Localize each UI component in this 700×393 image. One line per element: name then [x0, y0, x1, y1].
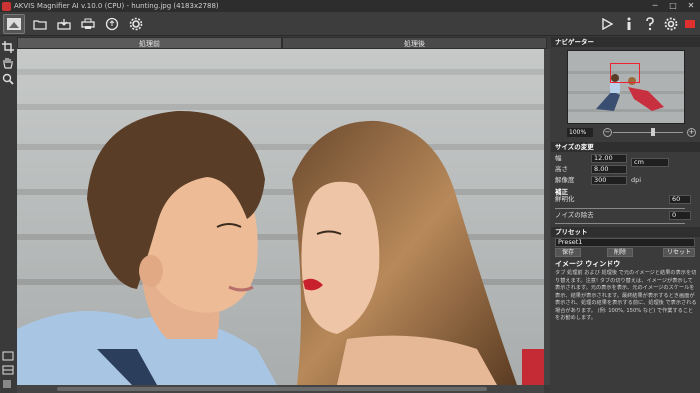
crop-icon[interactable] — [2, 41, 14, 53]
photo-image — [17, 49, 544, 385]
run-icon[interactable] — [598, 15, 616, 33]
sharpness-slider[interactable] — [555, 208, 685, 209]
maximize-button[interactable]: □ — [664, 0, 682, 12]
navigator-preview[interactable] — [567, 50, 685, 124]
settings-panel: ナビゲーター 100% − + サイズの変更 幅 12.00 cm 高さ 8.0… — [551, 37, 700, 393]
preset-delete-button[interactable]: 削除 — [607, 248, 633, 257]
open-icon[interactable] — [31, 15, 49, 33]
zoom-slider[interactable] — [613, 132, 683, 133]
preset-header: プリセット — [551, 227, 700, 237]
preset-save-button[interactable]: 保存 — [555, 248, 581, 257]
sharpness-label: 鮮明化 — [555, 195, 575, 203]
preferences-icon[interactable] — [662, 15, 680, 33]
height-label: 高さ — [555, 165, 568, 173]
resolution-unit: dpi — [631, 176, 642, 184]
vertical-scrollbar[interactable] — [544, 49, 550, 385]
size-header: サイズの変更 — [551, 142, 700, 152]
minimize-button[interactable]: ─ — [646, 0, 664, 12]
main-toolbar — [0, 12, 700, 36]
zoom-in-icon[interactable]: + — [687, 128, 696, 137]
close-button[interactable]: ✕ — [682, 0, 700, 12]
navigator-header: ナビゲーター — [551, 37, 700, 47]
zoom-icon[interactable] — [2, 73, 14, 85]
tab-after[interactable]: 処理後 — [282, 37, 547, 49]
window-controls: ─ □ ✕ — [646, 0, 700, 12]
view-split-icon[interactable] — [2, 365, 14, 377]
noise-slider[interactable] — [555, 223, 685, 224]
unit-select[interactable]: cm — [631, 158, 669, 167]
background-color-icon[interactable] — [2, 379, 14, 391]
noise-label: ノイズの除去 — [555, 211, 594, 219]
window-title: AKVIS Magnifier AI v.10.0 (CPU) - huntin… — [14, 2, 219, 10]
help-title: イメージ ウィンドウ — [555, 260, 621, 268]
preset-reset-button[interactable]: リセット — [663, 248, 695, 257]
share-icon[interactable] — [103, 15, 121, 33]
info-icon[interactable] — [620, 15, 638, 33]
title-bar: AKVIS Magnifier AI v.10.0 (CPU) - huntin… — [0, 0, 700, 12]
help-icon[interactable] — [641, 15, 659, 33]
left-tool-strip — [0, 37, 16, 393]
view-single-icon[interactable] — [2, 351, 14, 363]
image-tabs: 処理前 処理後 — [17, 37, 547, 49]
tab-before[interactable]: 処理前 — [17, 37, 282, 49]
settings-gear-icon[interactable] — [127, 15, 145, 33]
width-label: 幅 — [555, 154, 562, 162]
zoom-out-icon[interactable]: − — [603, 128, 612, 137]
logo-icon[interactable] — [3, 14, 25, 34]
preset-select[interactable]: Preset1 — [555, 238, 695, 247]
horizontal-scrollbar[interactable] — [17, 385, 544, 393]
height-field[interactable]: 8.00 — [591, 165, 627, 174]
app-icon — [2, 1, 11, 11]
width-field[interactable]: 12.00 — [591, 154, 627, 163]
print-icon[interactable] — [79, 15, 97, 33]
scrollbar-thumb[interactable] — [57, 387, 487, 391]
resolution-label: 解像度 — [555, 176, 575, 184]
image-canvas[interactable] — [17, 49, 544, 385]
navigator-view-rect[interactable] — [610, 63, 640, 83]
hand-icon[interactable] — [2, 57, 14, 69]
help-text: タブ 処理前 および 処理後 で元のイメージと結果の表示を切り替えます。注意! … — [555, 270, 697, 321]
zoom-select[interactable]: 100% — [567, 128, 593, 137]
save-icon[interactable] — [55, 15, 73, 33]
app-window: AKVIS Magnifier AI v.10.0 (CPU) - huntin… — [0, 0, 700, 393]
zoom-slider-knob[interactable] — [651, 128, 655, 136]
sharpness-field[interactable]: 60 — [669, 195, 691, 204]
batch-icon[interactable] — [681, 15, 699, 33]
noise-field[interactable]: 0 — [669, 211, 691, 220]
resolution-field[interactable]: 300 — [591, 176, 627, 185]
